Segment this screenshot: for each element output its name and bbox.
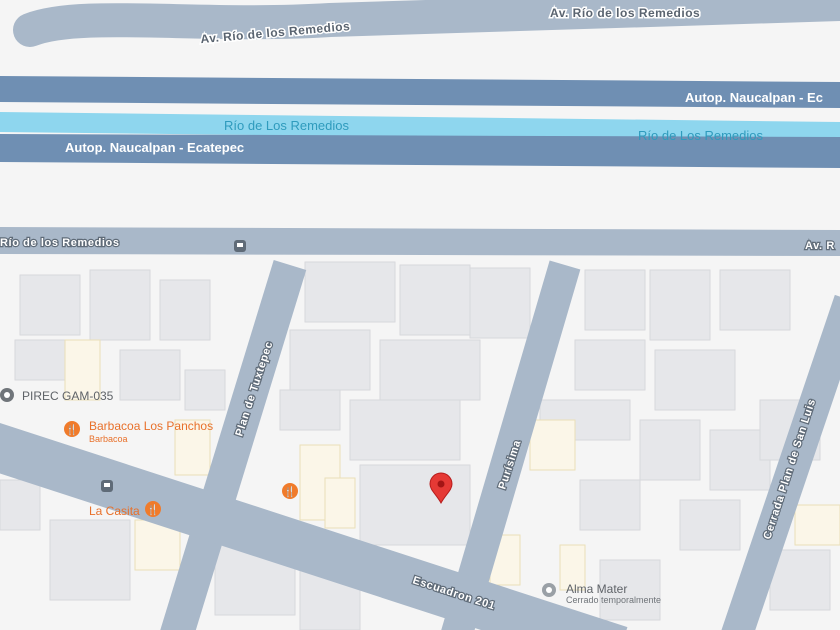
label-autopista-1: Autop. Naucalpan - Ec xyxy=(685,90,823,105)
poi-barbacoa[interactable]: Barbacoa Los Panchos xyxy=(89,419,213,433)
label-autopista-2: Autop. Naucalpan - Ecatepec xyxy=(65,140,244,155)
bus-stop-icon[interactable] xyxy=(234,240,246,252)
label-av-rio-low-right: Av. R xyxy=(805,240,835,252)
bus-stop-icon[interactable] xyxy=(101,480,113,492)
svg-text:🍴: 🍴 xyxy=(66,423,78,436)
label-av-rio-low-left: Río de los Remedios xyxy=(0,237,120,249)
road-av-rio-low[interactable] xyxy=(0,227,840,256)
restaurant-icon[interactable]: 🍴 xyxy=(64,421,80,437)
svg-text:🍴: 🍴 xyxy=(147,503,159,516)
map-canvas[interactable]: Av. Río de los Remedios Av. Río de los R… xyxy=(0,0,840,630)
road-av-rio-top[interactable] xyxy=(13,0,840,47)
restaurant-icon[interactable]: 🍴 xyxy=(145,501,161,517)
label-av-rio-top-2: Av. Río de los Remedios xyxy=(550,6,700,20)
place-pin-icon[interactable] xyxy=(0,388,14,402)
label-river-2: Río de Los Remedios xyxy=(638,128,764,143)
poi-alma-mater-status: Cerrado temporalmente xyxy=(566,595,661,605)
restaurant-icon[interactable]: 🍴 xyxy=(282,483,298,499)
poi-pirec[interactable]: PIREC GAM-035 xyxy=(22,389,114,403)
poi-alma-mater[interactable]: Alma Mater xyxy=(566,582,627,596)
label-river-1: Río de Los Remedios xyxy=(224,118,350,133)
poi-barbacoa-category: Barbacoa xyxy=(89,434,128,444)
svg-text:🍴: 🍴 xyxy=(284,485,296,498)
place-pin-icon[interactable] xyxy=(542,583,556,597)
poi-la-casita[interactable]: La Casita xyxy=(89,504,140,518)
